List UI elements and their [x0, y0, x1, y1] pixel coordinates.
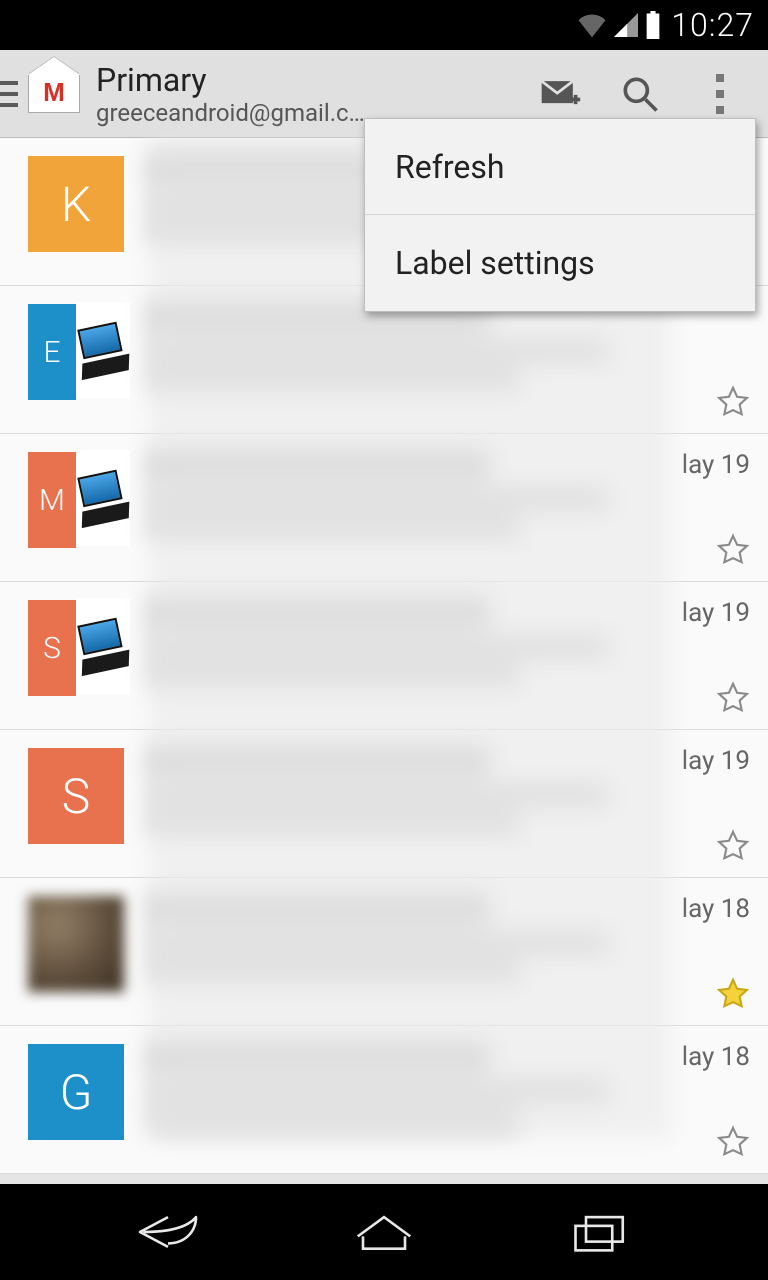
avatar-letter: G — [28, 1044, 124, 1140]
avatar-letter: M — [28, 452, 76, 548]
wifi-icon — [577, 13, 607, 37]
email-row[interactable]: Glay 18 — [0, 1026, 768, 1174]
star-icon[interactable] — [716, 681, 750, 715]
email-meta: lay 18 — [658, 1042, 750, 1163]
overflow-popup: Refresh Label settings — [364, 118, 756, 312]
status-icons — [577, 11, 661, 39]
email-meta — [658, 302, 750, 423]
star-icon[interactable] — [716, 533, 750, 567]
menu-button[interactable] — [0, 74, 18, 114]
avatar-letter: S — [28, 748, 124, 844]
cell-signal-icon — [613, 13, 639, 37]
app-area: M Primary greeceandroid@gmail.c… KEMlay … — [0, 50, 768, 1184]
title-block[interactable]: Primary greeceandroid@gmail.c… — [96, 61, 516, 127]
popup-item-label-settings[interactable]: Label settings — [365, 215, 755, 311]
email-body — [152, 1042, 648, 1136]
gmail-icon: M — [26, 66, 82, 122]
email-body — [152, 450, 648, 544]
avatar-thumbnail — [76, 598, 130, 694]
email-body — [152, 598, 648, 692]
star-icon[interactable] — [716, 829, 750, 863]
email-body — [152, 746, 648, 840]
sender-avatar[interactable]: S — [28, 598, 128, 698]
status-time: 10:27 — [671, 6, 754, 44]
email-date: lay 19 — [682, 746, 750, 776]
home-button[interactable] — [324, 1202, 444, 1262]
avatar-letter: S — [28, 600, 76, 696]
sender-avatar[interactable]: M — [28, 450, 128, 550]
device-screen: 10:27 M Primary greeceandroid@gmail.c… — [0, 0, 768, 1280]
recent-apps-button[interactable] — [540, 1202, 660, 1262]
navigation-bar — [0, 1184, 768, 1280]
star-icon[interactable] — [716, 977, 750, 1011]
email-row[interactable]: lay 18 — [0, 878, 768, 1026]
email-date: lay 19 — [682, 598, 750, 628]
status-bar: 10:27 — [0, 0, 768, 50]
email-meta: lay 19 — [658, 746, 750, 867]
battery-icon — [645, 11, 661, 39]
email-meta: lay 19 — [658, 450, 750, 571]
email-row[interactable]: Slay 19 — [0, 582, 768, 730]
sender-avatar[interactable] — [28, 894, 128, 994]
email-date: lay 18 — [682, 1042, 750, 1072]
email-row[interactable]: Slay 19 — [0, 730, 768, 878]
sender-avatar[interactable]: K — [28, 154, 128, 254]
avatar-letter: K — [28, 156, 124, 252]
email-date: lay 19 — [682, 450, 750, 480]
email-date: lay 18 — [682, 894, 750, 924]
sender-avatar[interactable]: E — [28, 302, 128, 402]
email-meta: lay 18 — [658, 894, 750, 1015]
sender-avatar[interactable]: G — [28, 1042, 128, 1142]
avatar-thumbnail — [76, 302, 130, 398]
star-icon[interactable] — [716, 385, 750, 419]
avatar-thumbnail — [76, 450, 130, 546]
popup-item-refresh[interactable]: Refresh — [365, 119, 755, 215]
email-body — [152, 894, 648, 988]
folder-title: Primary — [96, 61, 516, 99]
sender-avatar[interactable]: S — [28, 746, 128, 846]
email-meta: lay 19 — [658, 598, 750, 719]
avatar-letter: E — [28, 304, 76, 400]
email-row[interactable]: Mlay 19 — [0, 434, 768, 582]
back-button[interactable] — [108, 1202, 228, 1262]
email-body — [152, 302, 648, 396]
star-icon[interactable] — [716, 1125, 750, 1159]
